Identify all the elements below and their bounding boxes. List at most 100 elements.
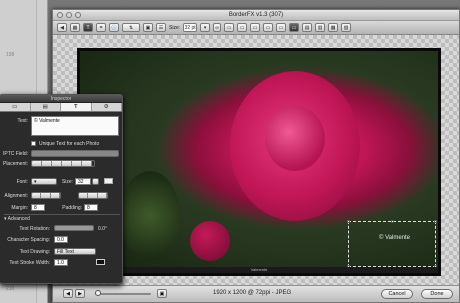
resize-handle[interactable] [391, 220, 394, 223]
watermark-text: © Valmente [379, 235, 410, 241]
padding-field[interactable]: 8 [84, 204, 98, 211]
resize-handle[interactable] [434, 220, 437, 223]
placement-segmented-control[interactable] [31, 160, 95, 167]
zoom-slider[interactable] [95, 290, 151, 296]
character-spacing-field[interactable]: 0.0 [54, 236, 68, 243]
border-style-button-8[interactable]: ▥ [315, 23, 326, 32]
character-spacing-label: Character Spacing: [7, 237, 50, 243]
prev-frame-button[interactable]: ◀ [57, 23, 67, 32]
placement-option[interactable] [42, 161, 52, 166]
unique-text-checkbox[interactable] [31, 141, 36, 146]
line-number: 210 [6, 286, 15, 292]
window-title: BorderFX v1.3 (307) [228, 12, 284, 18]
rose-photo: © Valmente Valmente [80, 51, 438, 273]
placement-label: Placement: [2, 161, 28, 167]
border-style-button-10[interactable]: ▧ [341, 23, 352, 32]
tab-border[interactable]: ▭ [0, 103, 31, 111]
resize-handle[interactable] [347, 220, 350, 223]
info-icon: ⓘ [111, 25, 117, 31]
text-stroke-width-field[interactable]: 1.0 [54, 259, 68, 266]
border-style-button-5[interactable]: ▭ [276, 23, 287, 32]
square-icon: ▤ [304, 24, 310, 31]
stroke-color-swatch[interactable] [96, 259, 105, 265]
border-style-button-1[interactable]: ▭ [224, 23, 235, 32]
font-size-field[interactable]: 32 [75, 178, 91, 185]
tab-layout[interactable]: ▤ [31, 103, 61, 111]
iptc-field-popup[interactable] [31, 150, 119, 157]
placement-option[interactable] [82, 161, 92, 166]
layers-button[interactable]: ☰ [156, 23, 166, 32]
text-stroke-width-label: Text Stroke Width: [9, 260, 50, 266]
text-value-field[interactable]: © Valmente [31, 116, 119, 136]
size-stepper[interactable]: ▾ [200, 23, 211, 32]
align-middle-icon[interactable] [88, 193, 98, 198]
square-icon: ▦ [330, 24, 336, 31]
line-number: 198 [6, 52, 15, 58]
text-selection-box[interactable] [347, 220, 437, 268]
border-style-button-6[interactable]: ▭ [289, 23, 300, 32]
advanced-disclosure[interactable]: ▾ Advanced [4, 216, 30, 222]
placement-option[interactable] [52, 161, 62, 166]
fit-button[interactable]: ▣ [157, 289, 167, 298]
crop-tool-button[interactable]: ⌗ [96, 23, 106, 32]
photo-frame[interactable]: © Valmente Valmente [77, 48, 441, 276]
unique-text-label: Unique Text for each Photo [39, 141, 100, 147]
align-bottom-icon[interactable] [97, 193, 107, 198]
text-rotation-label: Text Rotation: [19, 226, 50, 232]
adjust-button[interactable]: ⇅ [122, 23, 140, 32]
text-rotation-value: 0.0° [98, 226, 107, 232]
border-style-button-9[interactable]: ▦ [328, 23, 339, 32]
tab-text[interactable]: T [61, 103, 92, 111]
next-photo-button[interactable]: ▶ [75, 289, 85, 298]
leaf [120, 171, 180, 261]
zoom-window-button[interactable] [75, 12, 81, 18]
border-style-button-7[interactable]: ▤ [302, 23, 313, 32]
text-tool-button[interactable]: T [83, 23, 93, 32]
text-icon: T [86, 24, 90, 31]
frame-icon: ▣ [145, 24, 151, 31]
layers-icon: ☰ [158, 24, 164, 31]
close-window-button[interactable] [57, 12, 63, 18]
margin-field[interactable]: 8 [31, 204, 45, 211]
previous-photo-button[interactable]: ◀ [63, 289, 73, 298]
placement-option[interactable] [72, 161, 82, 166]
align-left-icon[interactable] [32, 193, 42, 198]
align-right-icon[interactable] [50, 193, 60, 198]
frame-button[interactable]: ▣ [143, 23, 153, 32]
placement-option[interactable] [62, 161, 72, 166]
image-dimensions: 1920 x 1200 @ 72ppi - JPEG [213, 290, 292, 296]
link-button[interactable]: ∞ [213, 23, 222, 32]
fit-icon: ▣ [159, 291, 165, 297]
border-style-button-3[interactable]: ▭ [250, 23, 261, 32]
horizontal-alignment-control[interactable] [31, 192, 61, 199]
font-size-stepper[interactable] [92, 178, 99, 185]
align-top-icon[interactable] [79, 193, 89, 198]
padding-label: Padding: [62, 205, 82, 211]
cancel-button[interactable]: Cancel [381, 289, 413, 299]
vertical-alignment-control[interactable] [78, 192, 108, 199]
minimize-window-button[interactable] [66, 12, 72, 18]
info-button[interactable]: ⓘ [109, 23, 119, 32]
crop-icon: ⌗ [99, 24, 103, 31]
square-icon: ▭ [291, 24, 297, 31]
adjust-icon: ⇅ [128, 24, 134, 31]
border-style-button-4[interactable]: ▭ [263, 23, 274, 32]
text-drawing-label: Text Drawing: [19, 249, 50, 255]
zoom-slider-knob[interactable] [95, 290, 101, 296]
text-rotation-slider[interactable] [54, 225, 94, 231]
align-center-icon[interactable] [41, 193, 51, 198]
next-frame-button[interactable]: ▦ [70, 23, 80, 32]
iptc-field-label: IPTC Field: [2, 151, 28, 157]
chevron-down-icon: ▾ [203, 24, 207, 31]
placement-option[interactable] [32, 161, 42, 166]
rose-bud [190, 221, 230, 261]
text-drawing-popup[interactable]: Fill Text [54, 248, 96, 255]
text-color-swatch[interactable] [104, 178, 113, 184]
left-arrow-icon: ◀ [60, 24, 64, 31]
window-titlebar: BorderFX v1.3 (307) [53, 10, 459, 21]
size-field[interactable]: 32 pt [183, 23, 198, 32]
font-popup[interactable]: ▾ [31, 178, 57, 185]
done-button[interactable]: Done [421, 289, 453, 299]
tab-settings[interactable]: ⚙ [92, 103, 122, 111]
border-style-button-2[interactable]: ▭ [237, 23, 248, 32]
